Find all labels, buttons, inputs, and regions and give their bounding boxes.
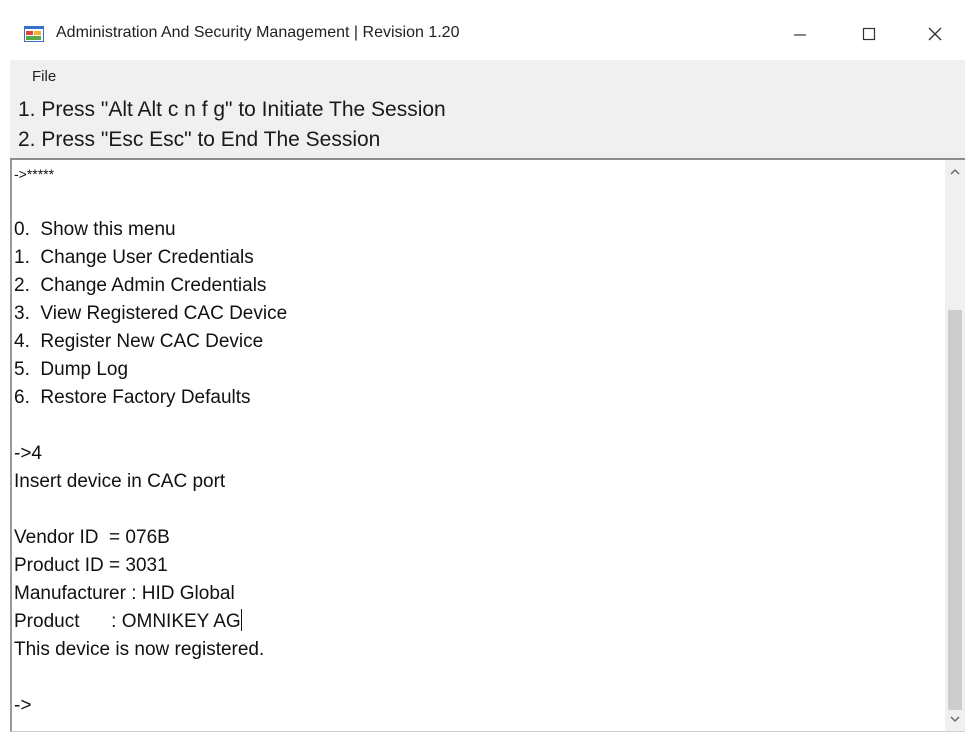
- chevron-up-icon: [950, 169, 960, 175]
- close-icon: [928, 27, 942, 41]
- chevron-down-icon: [950, 716, 960, 722]
- vertical-scrollbar[interactable]: [945, 160, 965, 731]
- window-title: Administration And Security Management |…: [56, 24, 460, 41]
- scroll-up-button[interactable]: [945, 162, 965, 182]
- console-current-prompt: ->: [14, 695, 32, 716]
- scrollbar-thumb[interactable]: [948, 310, 962, 710]
- menu-option-view-registered-cac-device: 3. View Registered CAC Device: [14, 303, 288, 324]
- vendor-id-line: Vendor ID = 076B: [14, 527, 170, 548]
- text-caret: [240, 609, 242, 631]
- manufacturer-line: Manufacturer : HID Global: [14, 583, 235, 604]
- scroll-down-button[interactable]: [945, 709, 965, 729]
- menu-option-change-admin-credentials: 2. Change Admin Credentials: [14, 275, 267, 296]
- menu-bar: File: [10, 60, 965, 94]
- maximize-button[interactable]: [839, 10, 899, 58]
- product-line-text: Product : OMNIKEY AG: [14, 611, 241, 632]
- product-id-line: Product ID = 3031: [14, 555, 168, 576]
- instructions-panel: 1. Press "Alt Alt c n f g" to Initiate T…: [10, 94, 965, 160]
- app-window: Administration And Security Management |…: [10, 10, 965, 732]
- app-window-icon: [24, 26, 44, 42]
- console-line: ->*****: [14, 166, 55, 182]
- menu-item-file[interactable]: File: [32, 68, 56, 85]
- product-line: Product : OMNIKEY AG: [14, 608, 944, 636]
- maximize-icon: [862, 27, 876, 41]
- registration-status-line: This device is now registered.: [14, 639, 265, 660]
- menu-option-show-menu: 0. Show this menu: [14, 219, 176, 240]
- console-output-area[interactable]: ->***** 0. Show this menu 1. Change User…: [10, 160, 965, 732]
- instruction-initiate-session: 1. Press "Alt Alt c n f g" to Initiate T…: [18, 98, 446, 121]
- console-prompt-input: ->4: [14, 443, 42, 464]
- console-line: Insert device in CAC port: [14, 471, 226, 492]
- instruction-end-session: 2. Press "Esc Esc" to End The Session: [18, 128, 381, 151]
- console-text: ->***** 0. Show this menu 1. Change User…: [14, 166, 944, 720]
- menu-option-register-new-cac-device: 4. Register New CAC Device: [14, 331, 264, 352]
- menu-option-change-user-credentials: 1. Change User Credentials: [14, 247, 254, 268]
- menu-option-dump-log: 5. Dump Log: [14, 359, 129, 380]
- close-button[interactable]: [905, 10, 965, 58]
- minimize-button[interactable]: [770, 10, 830, 58]
- minimize-icon: [794, 34, 806, 36]
- menu-option-restore-factory-defaults: 6. Restore Factory Defaults: [14, 387, 251, 408]
- title-bar[interactable]: Administration And Security Management |…: [10, 10, 965, 58]
